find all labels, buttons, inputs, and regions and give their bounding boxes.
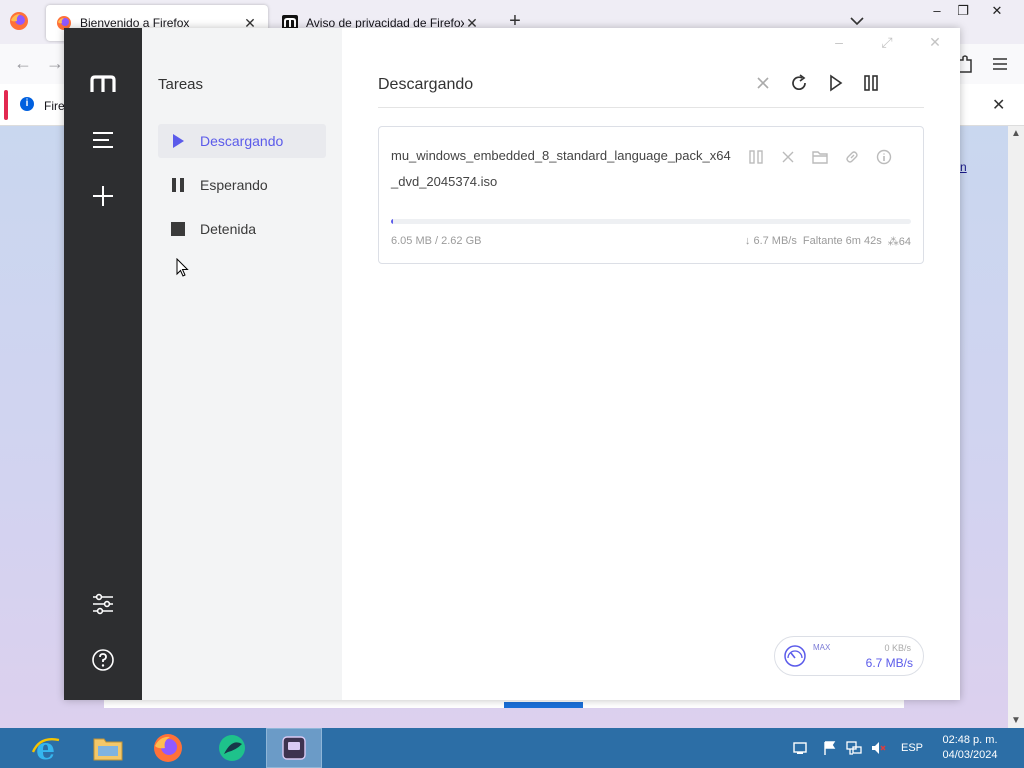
task-progress-bar — [391, 219, 911, 224]
pause-icon — [172, 178, 184, 192]
task-list-icon[interactable] — [91, 128, 115, 152]
volume-muted-icon[interactable] — [870, 740, 886, 756]
pause-all-icon[interactable] — [862, 74, 880, 92]
pause-icon[interactable] — [748, 149, 764, 165]
motrix-logo-icon — [90, 75, 116, 92]
speedometer-icon — [784, 645, 806, 667]
refresh-icon[interactable] — [790, 74, 808, 92]
download-speed: ↓ 6.7 MB/s — [744, 235, 797, 247]
connections-count: ⁂64 — [888, 235, 911, 248]
sidebar-item-descargando[interactable]: Descargando — [158, 124, 326, 158]
page-scrollbar[interactable]: ▲ ▼ — [1008, 126, 1024, 728]
close-icon[interactable]: ✕ — [992, 95, 1005, 115]
internet-explorer-icon: e — [31, 732, 60, 764]
add-task-icon[interactable] — [91, 184, 115, 208]
task-main-panel: – ⤢ ✕ Descargando mu_windows_embedded_8_ — [342, 28, 960, 700]
upload-speed: 0 KB/s — [884, 643, 911, 653]
resume-all-icon[interactable] — [826, 74, 844, 92]
firefox-logo-icon[interactable] — [8, 10, 30, 32]
sidebar-item-label: Detenida — [200, 221, 257, 237]
sidebar-title: Tareas — [158, 76, 204, 93]
motrix-icon-rail — [64, 28, 142, 700]
stop-icon — [171, 222, 185, 236]
clock-time: 02:48 p. m. — [942, 734, 998, 746]
scroll-down-icon[interactable]: ▼ — [1011, 715, 1021, 726]
sidebar-item-esperando[interactable]: Esperando — [158, 168, 326, 202]
delete-icon[interactable] — [780, 149, 796, 165]
time-remaining: Faltante 6m 42s — [802, 235, 882, 247]
folder-icon[interactable] — [812, 149, 828, 165]
back-arrow-icon[interactable]: ← — [14, 53, 32, 74]
page-link[interactable]: n — [960, 160, 967, 174]
chat-app-icon — [219, 735, 245, 761]
play-icon — [173, 134, 184, 148]
task-file-name: mu_windows_embedded_8_standard_language_… — [391, 148, 731, 189]
sidebar-item-detenida[interactable]: Detenida — [158, 212, 326, 246]
taskbar-file-explorer[interactable] — [80, 728, 136, 768]
task-stats: ↓ 6.7 MB/s Faltante 6m 42s ⁂64 — [745, 235, 911, 248]
preferences-icon[interactable] — [91, 592, 115, 616]
network-icon[interactable] — [846, 740, 862, 756]
info-icon[interactable] — [876, 149, 892, 165]
scroll-up-icon[interactable]: ▲ — [1011, 128, 1021, 139]
action-center-flag-icon[interactable] — [822, 740, 838, 756]
sidebar-item-label: Esperando — [200, 177, 268, 193]
page-progress-indicator — [504, 702, 583, 708]
windows-taskbar: e ESP 02:48 p. m. 04/03/2024 — [0, 728, 1024, 768]
taskbar-app-green[interactable] — [204, 728, 260, 768]
svg-text:e: e — [36, 732, 55, 764]
restore-button[interactable]: ❐ — [950, 0, 976, 22]
speedometer[interactable]: MAX 0 KB/s 6.7 MB/s — [774, 636, 924, 676]
header-divider — [378, 107, 924, 108]
info-icon: i — [20, 97, 34, 111]
taskbar-motrix[interactable] — [266, 728, 322, 768]
mouse-cursor-icon — [176, 258, 189, 277]
speed-limit-label: MAX — [813, 643, 831, 652]
taskbar-firefox[interactable] — [140, 728, 196, 768]
notice-accent — [4, 90, 8, 120]
language-indicator[interactable]: ESP — [901, 742, 923, 754]
delete-all-icon[interactable] — [754, 74, 772, 92]
tray-device-icon[interactable] — [792, 740, 808, 756]
minimize-button[interactable]: – — [924, 0, 950, 22]
sidebar-item-label: Descargando — [200, 133, 284, 149]
task-size: 6.05 MB / 2.62 GB — [391, 235, 482, 247]
link-icon[interactable] — [844, 149, 860, 165]
task-progress-fill — [391, 219, 393, 224]
clock-date: 04/03/2024 — [942, 749, 998, 761]
menu-icon[interactable] — [992, 56, 1008, 72]
page-title: Descargando — [378, 76, 474, 93]
forward-arrow-icon[interactable]: → — [46, 53, 64, 74]
connections-icon: ⁂ — [887, 236, 899, 248]
notice-label: Fire — [44, 99, 65, 113]
folder-icon — [93, 738, 123, 761]
task-item[interactable]: mu_windows_embedded_8_standard_language_… — [378, 126, 924, 264]
motrix-window: Tareas Descargando Esperando Detenida – … — [64, 28, 960, 700]
firefox-logo-icon — [154, 734, 182, 762]
system-clock[interactable]: 02:48 p. m. 04/03/2024 — [932, 733, 1008, 763]
task-category-sidebar: Tareas Descargando Esperando Detenida — [142, 28, 342, 700]
close-window-button[interactable]: ✕ — [926, 34, 944, 51]
help-icon[interactable] — [91, 648, 115, 672]
connections-value: 64 — [898, 236, 911, 248]
maximize-button[interactable]: ⤢ — [878, 34, 896, 51]
close-window-button[interactable]: ✕ — [984, 0, 1010, 22]
taskbar-internet-explorer[interactable]: e — [18, 728, 74, 768]
minimize-button[interactable]: – — [830, 34, 848, 50]
motrix-app-icon — [282, 736, 306, 760]
download-speed-total: 6.7 MB/s — [865, 656, 913, 670]
